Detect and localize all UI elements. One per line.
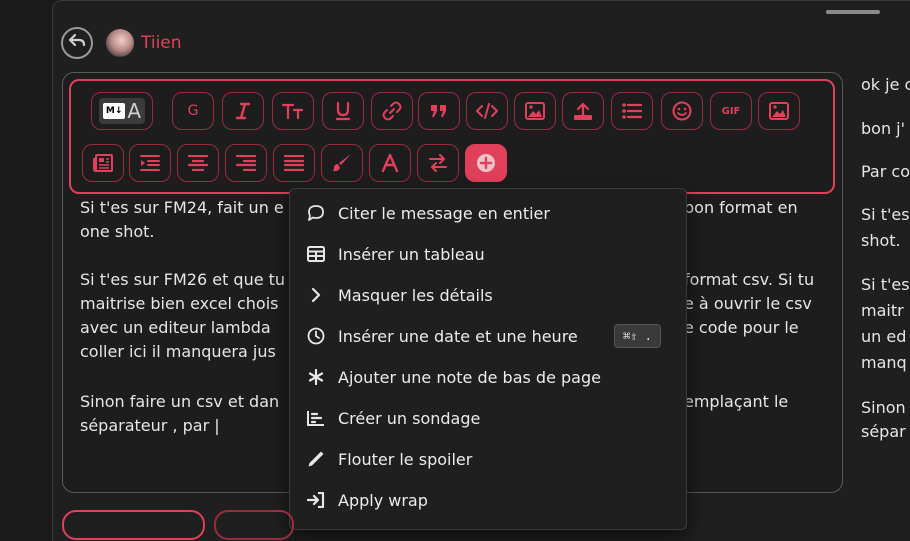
editor-line: séparateur , par | (80, 416, 220, 435)
exchange-icon (429, 154, 447, 172)
align-justify-icon (284, 155, 304, 171)
reply-button[interactable] (61, 27, 93, 59)
preview-text: ok je c (861, 75, 910, 94)
bold-icon: G (187, 103, 199, 119)
preview-text: sépar (861, 422, 906, 441)
menu-item-quote-full[interactable]: Citer le message en entier (290, 193, 686, 233)
insert-image-button[interactable] (758, 92, 800, 130)
menu-item-create-poll[interactable]: Créer un sondage (290, 398, 686, 438)
indent-icon (140, 155, 160, 171)
list-icon (622, 103, 642, 119)
editor-line-fragment: e à ouvrir le csv (684, 294, 812, 313)
editor-line: avec un editeur lambda (80, 318, 271, 337)
font-button[interactable] (369, 144, 411, 182)
editor-line-fragment: e code pour le (684, 318, 799, 337)
keyboard-shortcut-badge: ⌘⇧ . (614, 324, 661, 348)
avatar[interactable] (106, 29, 134, 57)
menu-item-insert-date[interactable]: Insérer une date et une heure ⌘⇧ . (290, 316, 686, 356)
preview-text: shot. (861, 231, 901, 250)
markdown-toggle-button[interactable]: M↓ A (91, 92, 153, 130)
more-options-menu: Citer le message en entier Insérer un ta… (289, 188, 687, 530)
plus-circle-icon (477, 154, 495, 172)
image-button[interactable] (514, 92, 556, 130)
sign-in-icon (306, 490, 326, 510)
news-button[interactable] (82, 144, 124, 182)
align-right-button[interactable] (225, 144, 267, 182)
upload-icon (574, 102, 592, 120)
editor-line-fragment: format csv. Si tu (684, 270, 815, 289)
gif-button[interactable]: GIF (710, 92, 752, 130)
editor-line: Sinon faire un csv et dan (80, 392, 280, 411)
preview-text: bon j' (861, 119, 906, 138)
list-button[interactable] (611, 92, 653, 130)
underline-icon (335, 101, 351, 121)
emoji-button[interactable] (661, 92, 703, 130)
submit-button[interactable] (62, 510, 205, 540)
menu-item-apply-wrap[interactable]: Apply wrap (290, 480, 686, 520)
upload-button[interactable] (562, 92, 604, 130)
editor-line: coller ici il manquera jus (80, 342, 276, 361)
quote-button[interactable] (418, 92, 460, 130)
menu-item-footnote[interactable]: Ajouter une note de bas de page (290, 357, 686, 397)
heading-icon (282, 103, 304, 120)
indent-button[interactable] (129, 144, 171, 182)
newspaper-icon (93, 154, 113, 172)
code-button[interactable] (466, 92, 508, 130)
preview-text: Par co (861, 162, 910, 181)
editor-line: maitrise bien excel chois (80, 294, 279, 313)
italic-button[interactable] (222, 92, 264, 130)
menu-item-insert-table[interactable]: Insérer un tableau (290, 234, 686, 274)
code-icon (476, 103, 498, 119)
editor-line-fragment: bon format en (684, 198, 798, 217)
editor-line-fragment: emplaçant le (684, 392, 789, 411)
preview-text: Si t'es (861, 275, 910, 294)
picture-icon (769, 102, 789, 120)
swap-button[interactable] (417, 144, 459, 182)
preview-text: manq (861, 353, 907, 372)
comment-icon (306, 203, 326, 223)
heading-button[interactable] (272, 92, 314, 130)
align-center-icon (188, 155, 208, 171)
chevron-right-icon (306, 285, 326, 305)
preview-text: maitr (861, 301, 904, 320)
align-right-icon (236, 155, 256, 171)
paintbrush-icon (333, 154, 351, 172)
link-button[interactable] (371, 92, 413, 130)
preview-text: Si t'es (861, 205, 910, 224)
chart-icon (306, 408, 326, 428)
drag-handle[interactable] (826, 10, 880, 14)
quote-icon (431, 105, 446, 117)
align-center-button[interactable] (177, 144, 219, 182)
justify-button[interactable] (273, 144, 315, 182)
markdown-icon: M↓ A (98, 98, 146, 124)
menu-item-blur-spoiler[interactable]: Flouter le spoiler (290, 439, 686, 479)
preview-text: un ed (861, 327, 907, 346)
preview-text: Sinon (861, 398, 906, 417)
cancel-button[interactable] (214, 510, 294, 540)
asterisk-icon (306, 367, 326, 387)
reply-to-username[interactable]: Tiien (141, 33, 182, 53)
link-icon (382, 101, 402, 121)
color-button[interactable] (321, 144, 363, 182)
smile-icon (672, 101, 692, 121)
pen-icon (306, 449, 326, 469)
reply-arrow-icon (68, 33, 86, 53)
editor-line: Si t'es sur FM24, fait un e (80, 198, 284, 217)
editor-line: one shot. (80, 222, 155, 241)
font-icon (381, 153, 399, 173)
table-icon (306, 244, 326, 264)
clock-icon (306, 326, 326, 346)
italic-icon (235, 102, 251, 120)
underline-button[interactable] (322, 92, 364, 130)
menu-item-hide-details[interactable]: Masquer les détails (290, 275, 686, 315)
editor-line: Si t'es sur FM26 et que tu (80, 270, 286, 289)
bold-button[interactable]: G (172, 92, 214, 130)
image-icon (525, 102, 545, 120)
more-options-button[interactable] (465, 144, 507, 182)
gif-icon: GIF (721, 105, 741, 117)
